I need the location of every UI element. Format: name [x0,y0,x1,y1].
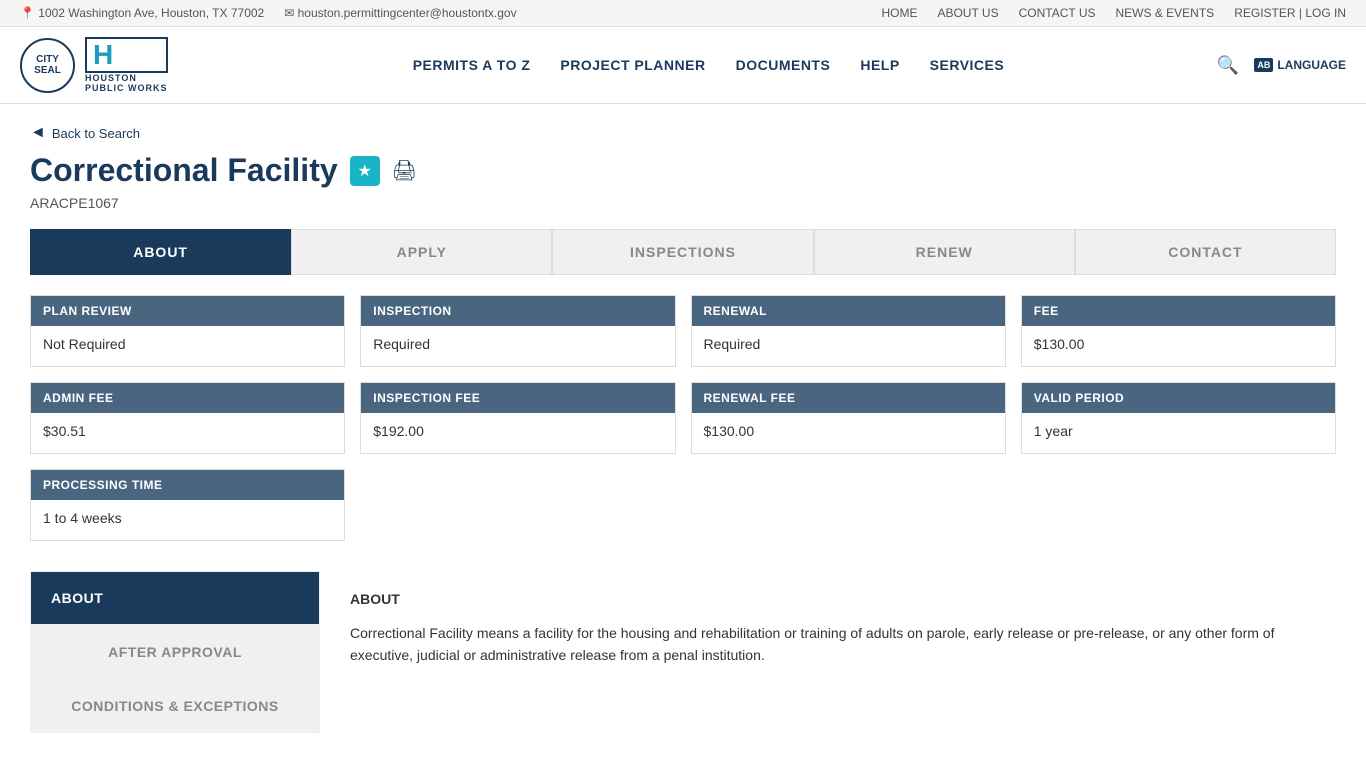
back-label: Back to Search [52,126,140,141]
print-icon[interactable]: 🖨 [392,158,417,183]
email-link: ✉ houston.permittingcenter@houstontx.gov [284,6,516,20]
renewal-fee-header: RENEWAL FEE [692,383,1005,413]
seal-logo: CITYSEAL [20,38,75,93]
renewal-header: RENEWAL [692,296,1005,326]
content-section-title: ABOUT [350,591,1306,607]
cards-row-2: ADMIN FEE $30.51 INSPECTION FEE $192.00 … [30,382,1336,454]
inspection-header: INSPECTION [361,296,674,326]
lang-icon: AB [1254,58,1273,72]
inspection-fee-value: $192.00 [361,413,674,453]
inspection-fee-header: INSPECTION FEE [361,383,674,413]
sidebar-item-about[interactable]: ABOUT [30,571,320,625]
services-nav[interactable]: SERVICES [930,57,1005,73]
about-content: ABOUT Correctional Facility means a faci… [320,571,1336,733]
admin-fee-card: ADMIN FEE $30.51 [30,382,345,454]
header: CITYSEAL H HOUSTONPUBLIC WORKS PERMITS A… [0,27,1366,104]
plan-review-card: PLAN REVIEW Not Required [30,295,345,367]
logo-text: HOUSTONPUBLIC WORKS [85,73,168,93]
language-button[interactable]: AB LANGUAGE [1254,58,1346,72]
sidebar-item-after-approval[interactable]: AFTER APPROVAL [30,625,320,679]
tab-inspections[interactable]: INSPECTIONS [552,229,813,275]
valid-period-header: VALID PERIOD [1022,383,1335,413]
search-button[interactable]: 🔍 [1217,55,1239,76]
fee-value: $130.00 [1022,326,1335,366]
processing-time-value: 1 to 4 weeks [31,500,344,540]
renewal-value: Required [692,326,1005,366]
fee-header: FEE [1022,296,1335,326]
renewal-card: RENEWAL Required [691,295,1006,367]
cards-row-1: PLAN REVIEW Not Required INSPECTION Requ… [30,295,1336,367]
home-nav-link[interactable]: HOME [881,6,917,20]
contact-nav-link[interactable]: CONTACT US [1019,6,1096,20]
back-to-search-link[interactable]: ◄ Back to Search [30,124,1336,142]
processing-time-card: PROCESSING TIME 1 to 4 weeks [30,469,345,541]
plan-review-header: PLAN REVIEW [31,296,344,326]
favorite-icon[interactable]: ★ [350,156,380,186]
register-nav-link[interactable]: REGISTER | LOG IN [1234,6,1346,20]
logo-area: CITYSEAL H HOUSTONPUBLIC WORKS [20,37,180,93]
project-planner-nav[interactable]: PROJECT PLANNER [560,57,705,73]
permits-nav[interactable]: PERMITS A TO Z [413,57,531,73]
h-logo: H [85,37,168,73]
news-nav-link[interactable]: NEWS & EVENTS [1116,6,1215,20]
address: 📍 1002 Washington Ave, Houston, TX 77002 [20,6,264,20]
inspection-fee-card: INSPECTION FEE $192.00 [360,382,675,454]
inspection-card: INSPECTION Required [360,295,675,367]
documents-nav[interactable]: DOCUMENTS [736,57,831,73]
renewal-fee-value: $130.00 [692,413,1005,453]
tab-apply[interactable]: APPLY [291,229,552,275]
nav-icons: 🔍 AB LANGUAGE [1217,55,1346,76]
tab-about[interactable]: ABOUT [30,229,291,275]
processing-time-row: PROCESSING TIME 1 to 4 weeks [30,469,345,541]
renewal-fee-card: RENEWAL FEE $130.00 [691,382,1006,454]
help-nav[interactable]: HELP [860,57,899,73]
top-bar: 📍 1002 Washington Ave, Houston, TX 77002… [0,0,1366,27]
processing-time-header: PROCESSING TIME [31,470,344,500]
inspection-value: Required [361,326,674,366]
fee-card: FEE $130.00 [1021,295,1336,367]
logo-brand: H HOUSTONPUBLIC WORKS [85,37,168,93]
top-bar-right: HOME ABOUT US CONTACT US NEWS & EVENTS R… [881,6,1346,20]
language-label: LANGUAGE [1277,58,1346,72]
page-title: Correctional Facility [30,152,338,189]
tabs-container: ABOUT APPLY INSPECTIONS RENEW CONTACT [30,229,1336,275]
page-code: ARACPE1067 [30,195,1336,211]
tab-contact[interactable]: CONTACT [1075,229,1336,275]
bottom-section: ABOUT AFTER APPROVAL CONDITIONS & EXCEPT… [30,571,1336,733]
page-title-row: Correctional Facility ★ 🖨 [30,152,1336,189]
back-arrow-icon: ◄ [30,124,46,142]
tab-renew[interactable]: RENEW [814,229,1075,275]
main-nav: PERMITS A TO Z PROJECT PLANNER DOCUMENTS… [220,57,1197,73]
about-nav-link[interactable]: ABOUT US [937,6,998,20]
sidebar-item-conditions[interactable]: CONDITIONS & EXCEPTIONS [30,679,320,733]
valid-period-value: 1 year [1022,413,1335,453]
top-bar-left: 📍 1002 Washington Ave, Houston, TX 77002… [20,6,517,20]
admin-fee-header: ADMIN FEE [31,383,344,413]
valid-period-card: VALID PERIOD 1 year [1021,382,1336,454]
sidebar-menu: ABOUT AFTER APPROVAL CONDITIONS & EXCEPT… [30,571,320,733]
content-area: ◄ Back to Search Correctional Facility ★… [0,104,1366,753]
admin-fee-value: $30.51 [31,413,344,453]
content-body-text: Correctional Facility means a facility f… [350,622,1306,667]
plan-review-value: Not Required [31,326,344,366]
